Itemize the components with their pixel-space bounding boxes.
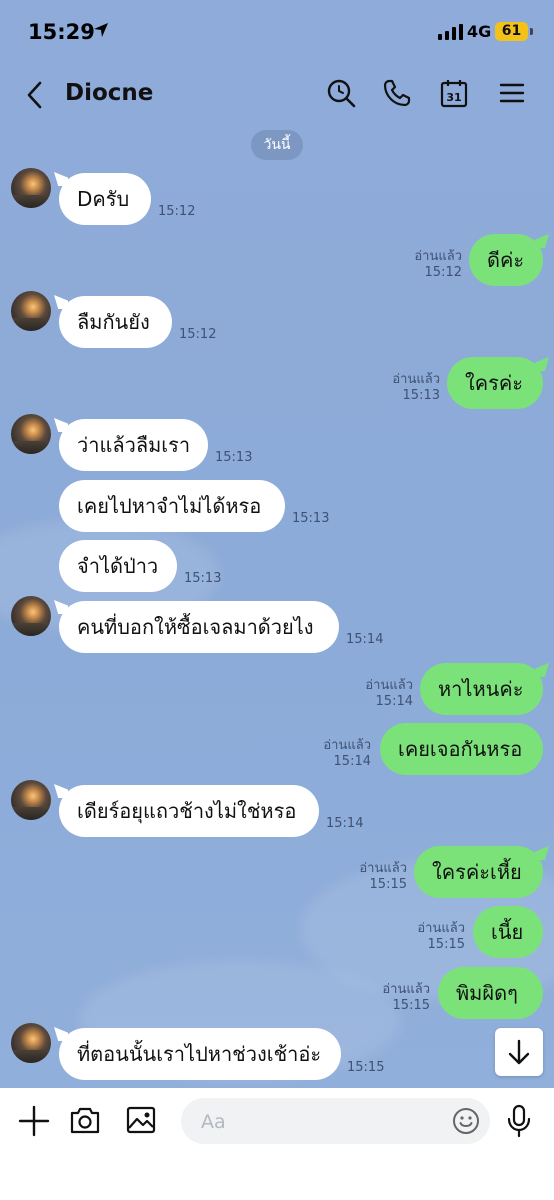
- phone-icon[interactable]: [382, 78, 412, 108]
- contact-name[interactable]: Diocne: [65, 80, 153, 106]
- message-time: 15:12: [424, 265, 462, 280]
- date-divider: วันนี้: [251, 130, 303, 160]
- search-icon[interactable]: [326, 78, 356, 108]
- message-outgoing[interactable]: พิมผิดๆ: [438, 967, 543, 1019]
- message-time: 15:12: [179, 327, 217, 342]
- battery-level: 61: [495, 22, 528, 41]
- message-incoming[interactable]: ลืมกันยัง: [59, 296, 172, 348]
- read-receipt: อ่านแล้ว: [382, 982, 430, 997]
- message-outgoing[interactable]: ใครค่ะเหี้ย: [414, 846, 543, 898]
- message-outgoing[interactable]: ใครค่ะ: [447, 357, 543, 409]
- read-receipt: อ่านแล้ว: [323, 738, 371, 753]
- message-incoming[interactable]: เดียร์อยุแถวช้างไม่ใช่หรอ: [59, 785, 319, 837]
- message-incoming[interactable]: Dครับ: [59, 173, 151, 225]
- avatar[interactable]: [11, 780, 51, 820]
- avatar[interactable]: [11, 168, 51, 208]
- read-receipt: อ่านแล้ว: [417, 921, 465, 936]
- message-outgoing[interactable]: เนี้ย: [473, 906, 543, 958]
- message-input[interactable]: [199, 1106, 443, 1138]
- scroll-to-bottom-button[interactable]: [495, 1028, 543, 1076]
- message-incoming[interactable]: ว่าแล้วลืมเรา: [59, 419, 208, 471]
- message-outgoing[interactable]: เคยเจอกันหรอ: [380, 723, 543, 775]
- message-time: 15:15: [392, 998, 430, 1013]
- message-time: 15:13: [402, 388, 440, 403]
- network-type: 4G: [467, 22, 492, 41]
- microphone-icon[interactable]: [504, 1104, 534, 1138]
- read-receipt: อ่านแล้ว: [365, 678, 413, 693]
- calendar-day: 31: [446, 91, 461, 104]
- message-time: 15:13: [184, 571, 222, 586]
- status-bar: 15:29 4G 61: [0, 0, 554, 66]
- location-arrow-icon: [94, 23, 108, 37]
- message-time: 15:14: [346, 632, 384, 647]
- message-time: 15:14: [375, 694, 413, 709]
- avatar[interactable]: [11, 414, 51, 454]
- image-icon[interactable]: [125, 1104, 157, 1136]
- message-outgoing[interactable]: ดีค่ะ: [469, 234, 543, 286]
- camera-icon[interactable]: [69, 1104, 101, 1136]
- message-time: 15:14: [326, 816, 364, 831]
- status-time: 15:29: [28, 20, 95, 44]
- arrow-down-icon: [508, 1039, 530, 1065]
- message-time: 15:12: [158, 204, 196, 219]
- calendar-icon[interactable]: 31: [439, 78, 469, 108]
- message-time: 15:15: [427, 937, 465, 952]
- message-time: 15:15: [347, 1060, 385, 1075]
- message-incoming[interactable]: เคยไปหาจำไม่ได้หรอ: [59, 480, 285, 532]
- message-time: 15:13: [292, 511, 330, 526]
- avatar[interactable]: [11, 1023, 51, 1063]
- signal-icon: [438, 24, 463, 40]
- read-receipt: อ่านแล้ว: [392, 372, 440, 387]
- avatar[interactable]: [11, 291, 51, 331]
- back-arrow-icon[interactable]: [24, 80, 46, 110]
- message-time: 15:13: [215, 450, 253, 465]
- avatar[interactable]: [11, 596, 51, 636]
- message-time: 15:15: [369, 877, 407, 892]
- read-receipt: อ่านแล้ว: [414, 249, 462, 264]
- message-incoming[interactable]: คนที่บอกให้ซื้อเจลมาด้วยไง: [59, 601, 339, 653]
- plus-icon[interactable]: [17, 1104, 51, 1138]
- message-input-box[interactable]: [181, 1098, 490, 1144]
- message-outgoing[interactable]: หาไหนค่ะ: [420, 663, 543, 715]
- read-receipt: อ่านแล้ว: [359, 861, 407, 876]
- emoji-icon[interactable]: [451, 1106, 481, 1136]
- menu-icon[interactable]: [497, 78, 527, 108]
- message-time: 15:14: [333, 754, 371, 769]
- message-incoming[interactable]: จำได้ป่าว: [59, 540, 177, 592]
- battery-tip: [530, 28, 533, 35]
- chat-header: Diocne 31: [0, 66, 554, 124]
- message-incoming[interactable]: ที่ตอนนั้นเราไปหาช่วงเช้าอ่ะ: [59, 1028, 341, 1080]
